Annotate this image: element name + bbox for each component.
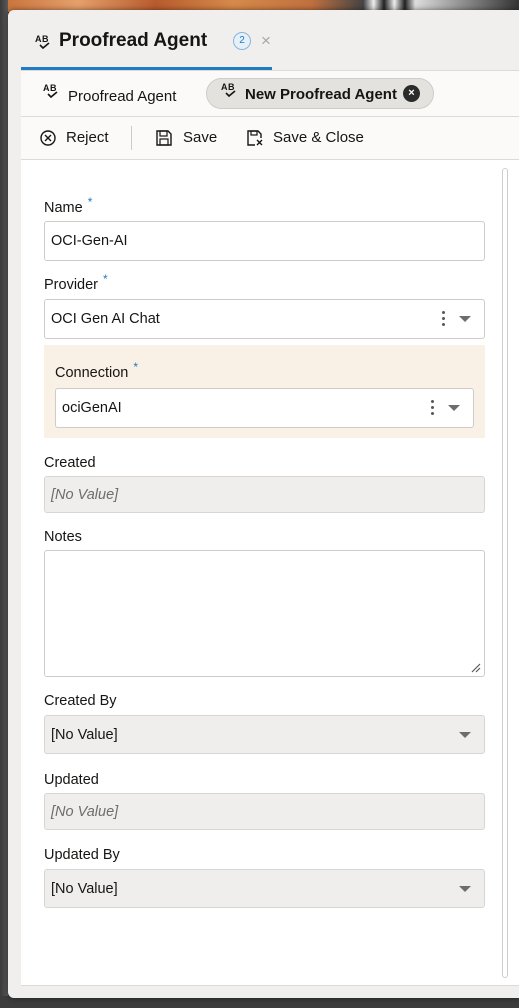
reject-icon: [40, 130, 56, 146]
updated-label: Updated: [44, 772, 99, 788]
notes-textarea[interactable]: [44, 550, 485, 677]
ab-check-icon: AB: [43, 83, 63, 101]
more-options-icon[interactable]: [442, 311, 446, 329]
editor-panel: AB Proofread Agent 2 × AB Proofread Agen…: [8, 10, 519, 998]
save-label: Save: [183, 129, 218, 146]
close-icon[interactable]: ×: [261, 31, 271, 51]
required-indicator: *: [133, 360, 139, 374]
ab-check-icon: AB: [35, 34, 55, 52]
chevron-down-icon[interactable]: [459, 732, 471, 738]
created-by-value: [No Value]: [51, 727, 118, 743]
updated-by-value: [No Value]: [51, 881, 118, 897]
header-tab[interactable]: AB Proofread Agent 2 ×: [21, 10, 272, 70]
name-field[interactable]: OCI-Gen-AI: [44, 221, 485, 261]
save-icon: [156, 130, 172, 146]
provider-label: Provider *: [44, 272, 108, 293]
tab-label: Proofread Agent: [68, 88, 177, 105]
tab-new-proofread-agent[interactable]: AB New Proofread Agent ×: [206, 78, 434, 109]
toolbar-divider: [131, 126, 132, 150]
save-close-label: Save & Close: [273, 129, 364, 146]
provider-select[interactable]: OCI Gen AI Chat: [44, 299, 485, 339]
provider-value: OCI Gen AI Chat: [51, 311, 160, 327]
created-field: [No Value]: [44, 476, 485, 513]
chevron-down-icon[interactable]: [459, 316, 471, 322]
close-tab-icon[interactable]: ×: [403, 85, 420, 102]
reject-button[interactable]: Reject: [39, 117, 119, 159]
background-edge: [0, 0, 8, 1008]
updated-field: [No Value]: [44, 793, 485, 830]
updated-by-label: Updated By: [44, 847, 120, 863]
tab-label: New Proofread Agent: [245, 86, 397, 103]
more-options-icon[interactable]: [431, 400, 435, 418]
sub-tab-bar: AB Proofread Agent AB New Proofread Agen…: [21, 70, 519, 117]
name-label: Name *: [44, 195, 93, 216]
count-badge: 2: [233, 32, 251, 50]
required-indicator: *: [87, 195, 93, 209]
page-title: Proofread Agent: [59, 30, 208, 51]
updated-by-select[interactable]: [No Value]: [44, 869, 485, 908]
save-close-button[interactable]: Save & Close: [246, 117, 366, 159]
reject-label: Reject: [66, 129, 109, 146]
panel-header: AB Proofread Agent 2 ×: [8, 10, 519, 70]
ab-check-icon: AB: [221, 82, 241, 100]
resize-handle-icon[interactable]: [470, 662, 481, 673]
created-by-select[interactable]: [No Value]: [44, 715, 485, 754]
form-content: Name * OCI-Gen-AI Provider * OCI Gen AI Ch…: [21, 160, 519, 986]
required-indicator: *: [103, 272, 108, 286]
created-label: Created: [44, 455, 96, 471]
connection-select[interactable]: ociGenAI: [55, 388, 474, 428]
scrollbar[interactable]: [502, 168, 508, 978]
created-by-label: Created By: [44, 693, 117, 709]
connection-section: Connection * ociGenAI: [44, 345, 485, 438]
toolbar: Reject Save Save & Close: [21, 117, 519, 160]
connection-value: ociGenAI: [62, 400, 122, 416]
save-button[interactable]: Save: [155, 117, 225, 159]
chevron-down-icon[interactable]: [459, 886, 471, 892]
connection-label: Connection *: [55, 360, 139, 381]
save-close-icon: [247, 130, 263, 146]
notes-label: Notes: [44, 529, 82, 545]
chevron-down-icon[interactable]: [448, 405, 460, 411]
